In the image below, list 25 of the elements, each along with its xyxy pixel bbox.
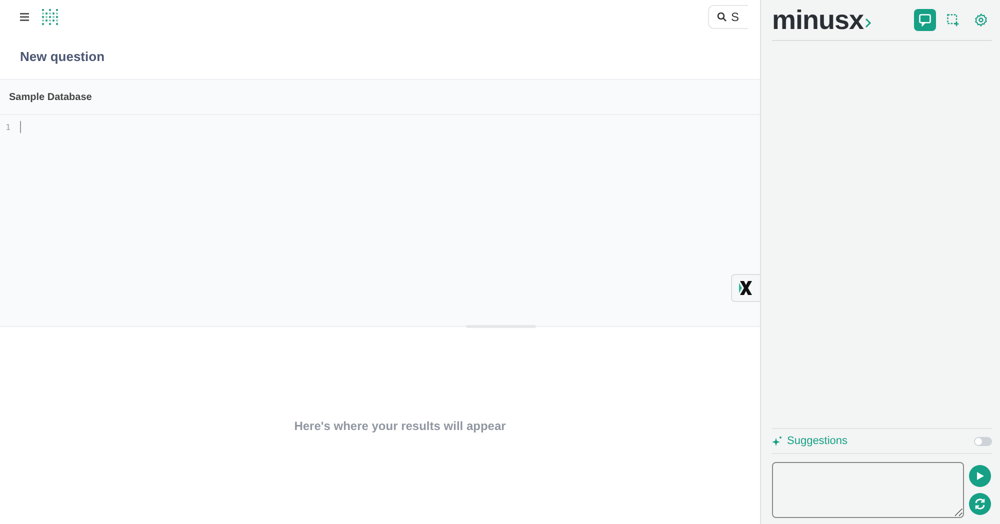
line-number: 1 (4, 123, 12, 132)
x-logo-icon (738, 280, 754, 296)
chat-input-field[interactable] (772, 462, 964, 518)
page-title: New question (20, 49, 105, 64)
search-icon (717, 12, 727, 22)
search-field[interactable]: S (708, 5, 748, 29)
suggestions-toggle[interactable] (974, 436, 992, 446)
run-button[interactable] (969, 465, 991, 487)
minusx-logo: minusx (772, 6, 864, 34)
refresh-icon (974, 498, 986, 510)
select-area-icon (946, 13, 960, 27)
search-placeholder: S (731, 10, 740, 24)
reset-button[interactable] (969, 493, 991, 515)
logo-icon[interactable] (41, 8, 59, 26)
chat-icon (918, 13, 932, 27)
database-name[interactable]: Sample Database (9, 92, 92, 102)
suggestions-label: Suggestions (787, 435, 848, 447)
settings-icon (974, 13, 988, 27)
chevron-icon (864, 18, 872, 28)
play-icon (975, 471, 985, 481)
menu-icon[interactable] (20, 13, 29, 21)
sparkle-icon (772, 436, 782, 446)
empty-results-message: Here's where your results will appear (294, 418, 506, 432)
panel-tab[interactable] (914, 9, 936, 31)
x-logo-button[interactable] (731, 274, 760, 302)
